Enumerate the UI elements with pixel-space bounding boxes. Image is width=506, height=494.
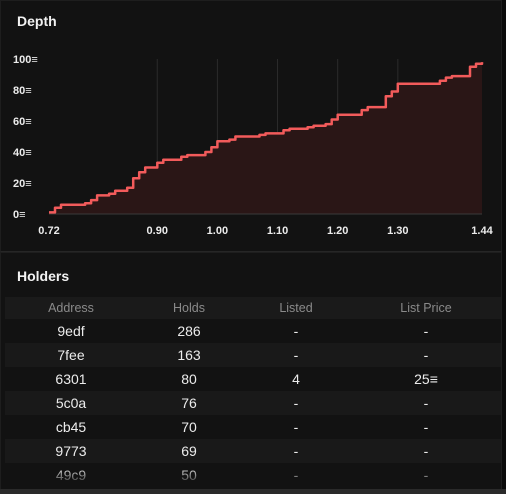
column-header-address[interactable]: Address bbox=[5, 301, 137, 315]
list-price-cell: - bbox=[423, 347, 429, 363]
holders-panel: Holders Address Holds Listed List Price … bbox=[0, 252, 502, 490]
table-row[interactable]: 7fee 163 - - bbox=[5, 343, 501, 367]
y-tick-label: 60≡ bbox=[13, 116, 32, 128]
list-price-cell: - bbox=[423, 323, 429, 339]
column-header-holds[interactable]: Holds bbox=[137, 301, 241, 315]
list-price-cell: - bbox=[423, 443, 429, 459]
address-cell[interactable]: cb45 bbox=[5, 419, 137, 435]
holds-cell: 80 bbox=[181, 371, 197, 387]
table-row[interactable]: 6301 80 4 25≡ bbox=[5, 367, 501, 391]
holds-cell: 163 bbox=[177, 347, 201, 363]
address-cell[interactable]: 7fee bbox=[5, 347, 137, 363]
x-tick-label: 1.44 bbox=[471, 225, 493, 237]
depth-panel: 100≡ 80≡ 60≡ 40≡ 20≡ 0≡ 0.72 0.90 1.00 1.10 1.20 1.… bbox=[0, 0, 502, 252]
list-price-cell: - bbox=[423, 395, 429, 411]
address-cell[interactable]: 9edf bbox=[5, 323, 137, 339]
column-header-listed[interactable]: Listed bbox=[241, 301, 351, 315]
x-tick-label: 1.30 bbox=[387, 225, 408, 237]
list-price-cell: - bbox=[423, 419, 429, 435]
listed-cell: - bbox=[293, 347, 299, 363]
scroll-fade bbox=[1, 467, 501, 489]
x-tick-label: 1.20 bbox=[327, 225, 348, 237]
depth-chart: 100≡ 80≡ 60≡ 40≡ 20≡ 0≡ 0.72 0.90 1.00 1.10 1.20 1.… bbox=[13, 54, 494, 237]
list-price-cell: 25≡ bbox=[414, 371, 438, 387]
listed-cell: - bbox=[293, 395, 299, 411]
listed-cell: - bbox=[293, 443, 299, 459]
table-row[interactable]: 9edf 286 - - bbox=[5, 319, 501, 343]
y-tick-label: 20≡ bbox=[13, 178, 32, 190]
y-tick-label: 100≡ bbox=[13, 54, 38, 66]
address-cell[interactable]: 6301 bbox=[5, 371, 137, 387]
listed-cell: 4 bbox=[292, 371, 300, 387]
holds-cell: 286 bbox=[177, 323, 201, 339]
x-tick-label: 1.10 bbox=[267, 225, 288, 237]
horizontal-scrollbar[interactable] bbox=[0, 489, 506, 494]
x-tick-label: 0.72 bbox=[38, 225, 59, 237]
holders-table: Address Holds Listed List Price 9edf 286… bbox=[5, 297, 501, 487]
depth-title: Depth bbox=[17, 13, 57, 29]
y-tick-label: 80≡ bbox=[13, 85, 32, 97]
x-tick-label: 1.00 bbox=[207, 225, 228, 237]
holders-title: Holders bbox=[17, 268, 70, 284]
address-cell[interactable]: 9773 bbox=[5, 443, 137, 459]
listed-cell: - bbox=[293, 323, 299, 339]
address-cell[interactable]: 5c0a bbox=[5, 395, 137, 411]
holds-cell: 69 bbox=[181, 443, 197, 459]
listed-cell: - bbox=[293, 419, 299, 435]
table-header-row: Address Holds Listed List Price bbox=[5, 297, 501, 319]
x-tick-label: 0.90 bbox=[147, 225, 168, 237]
table-row[interactable]: cb45 70 - - bbox=[5, 415, 501, 439]
y-tick-label: 0≡ bbox=[13, 209, 26, 221]
holds-cell: 76 bbox=[181, 395, 197, 411]
column-header-list-price[interactable]: List Price bbox=[351, 301, 501, 315]
table-row[interactable]: 5c0a 76 - - bbox=[5, 391, 501, 415]
holds-cell: 70 bbox=[181, 419, 197, 435]
table-row[interactable]: 9773 69 - - bbox=[5, 439, 501, 463]
y-tick-label: 40≡ bbox=[13, 147, 32, 159]
